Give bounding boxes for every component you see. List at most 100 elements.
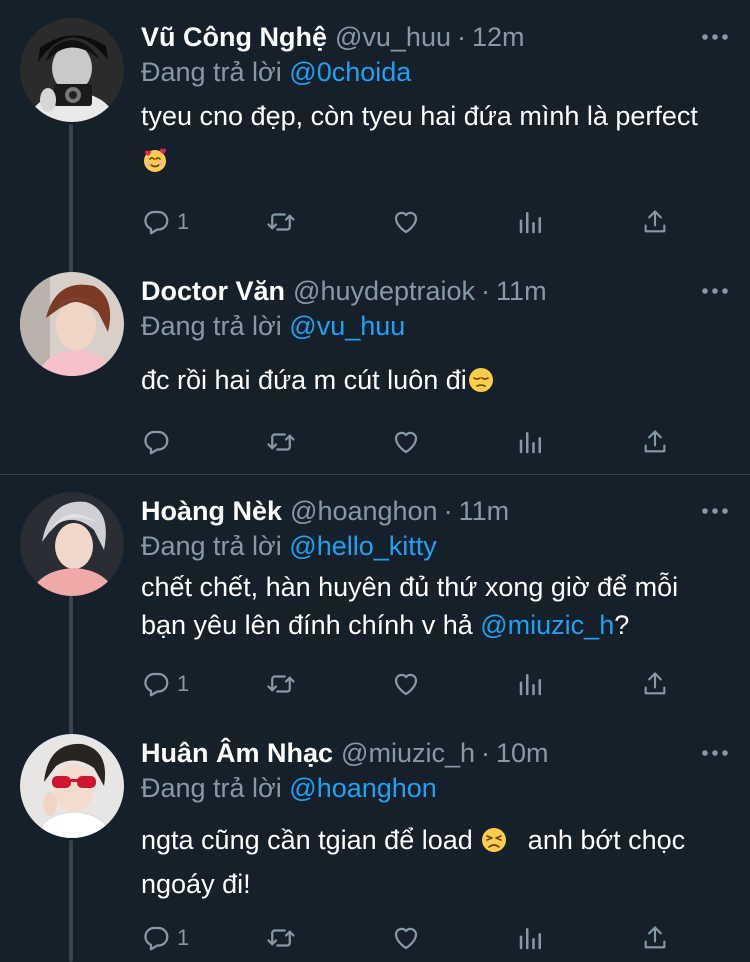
retweet-icon bbox=[266, 669, 296, 699]
reply-count: 1 bbox=[177, 209, 190, 234]
avatar[interactable] bbox=[20, 734, 124, 838]
analytics-icon bbox=[516, 207, 546, 237]
tweet[interactable]: Hoàng Nèk @hoanghon · 11m Đang trả lời @… bbox=[0, 492, 750, 712]
timestamp[interactable]: 10m bbox=[496, 738, 549, 769]
tweet-actions: 1 bbox=[141, 664, 669, 704]
mention-link[interactable]: @miuzic_h bbox=[480, 610, 614, 640]
share-button[interactable] bbox=[641, 923, 669, 953]
reply-prefix: Đang trả lời bbox=[141, 773, 282, 803]
analytics-button[interactable] bbox=[516, 923, 586, 953]
analytics-button[interactable] bbox=[516, 669, 586, 699]
reply-icon bbox=[141, 669, 171, 699]
handle[interactable]: @huydeptraiok bbox=[293, 276, 475, 307]
persevering-face-icon bbox=[482, 828, 507, 852]
reply-button[interactable]: 1 bbox=[141, 923, 211, 953]
replying-to: Đang trả lời @0choida bbox=[141, 54, 730, 90]
display-name[interactable]: Hoàng Nèk bbox=[141, 496, 282, 527]
tweet-actions: 1 bbox=[141, 202, 669, 242]
handle[interactable]: @vu_huu bbox=[335, 22, 451, 53]
like-icon bbox=[391, 669, 421, 699]
timestamp[interactable]: 12m bbox=[472, 22, 525, 53]
timestamp[interactable]: 11m bbox=[496, 276, 547, 307]
replying-to: Đang trả lời @hello_kitty bbox=[141, 528, 730, 564]
retweet-button[interactable] bbox=[266, 923, 336, 953]
share-icon bbox=[641, 923, 669, 953]
reply-mention-link[interactable]: @hoanghon bbox=[289, 773, 437, 803]
reply-prefix: Đang trả lời bbox=[141, 57, 282, 87]
separator-dot: · bbox=[443, 495, 453, 526]
analytics-icon bbox=[516, 427, 546, 457]
reply-button[interactable]: 1 bbox=[141, 669, 211, 699]
retweet-icon bbox=[266, 427, 296, 457]
tweet-actions bbox=[141, 422, 669, 462]
tweet-text: ngta cũng cần tgian để load anh bớt chọc… bbox=[141, 818, 730, 906]
tweet-text: tyeu cno đẹp, còn tyeu hai đứa mình là p… bbox=[141, 94, 730, 182]
reply-button[interactable] bbox=[141, 427, 211, 457]
like-button[interactable] bbox=[391, 207, 461, 237]
tweet-text-body: đc rồi hai đứa m cút luôn đi bbox=[141, 365, 467, 395]
handle[interactable]: @hoanghon bbox=[290, 496, 438, 527]
like-icon bbox=[391, 923, 421, 953]
avatar[interactable] bbox=[20, 492, 124, 596]
retweet-button[interactable] bbox=[266, 669, 336, 699]
retweet-icon bbox=[266, 207, 296, 237]
analytics-icon bbox=[516, 669, 546, 699]
share-icon bbox=[641, 669, 669, 699]
tweet-separator bbox=[0, 474, 750, 475]
reply-icon bbox=[141, 427, 171, 457]
share-button[interactable] bbox=[641, 427, 669, 457]
tweet-text-body: tyeu cno đẹp, còn tyeu hai đứa mình là p… bbox=[141, 101, 698, 131]
tweet-text-suffix: ? bbox=[614, 610, 630, 640]
reply-count: 1 bbox=[177, 925, 190, 950]
analytics-button[interactable] bbox=[516, 207, 586, 237]
share-icon bbox=[641, 207, 669, 237]
analytics-icon bbox=[516, 923, 546, 953]
share-button[interactable] bbox=[641, 669, 669, 699]
more-icon[interactable] bbox=[690, 492, 730, 530]
display-name[interactable]: Doctor Văn bbox=[141, 276, 285, 307]
tweet[interactable]: Doctor Văn @huydeptraiok · 11m Đang trả … bbox=[0, 272, 750, 472]
reply-count: 1 bbox=[177, 671, 190, 696]
display-name[interactable]: Vũ Công Nghệ bbox=[141, 22, 327, 53]
tweet[interactable]: Vũ Công Nghệ @vu_huu · 12m Đang trả lời … bbox=[0, 18, 750, 258]
like-button[interactable] bbox=[391, 427, 461, 457]
tweet[interactable]: Huân Âm Nhạc @miuzic_h · 10m Đang trả lờ… bbox=[0, 734, 750, 962]
tweet-text: đc rồi hai đứa m cút luôn đi bbox=[141, 358, 730, 402]
pensive-face-icon bbox=[468, 368, 493, 392]
more-icon[interactable] bbox=[690, 734, 730, 772]
like-button[interactable] bbox=[391, 669, 461, 699]
tweet-text: chết chết, hàn huyên đủ thứ xong giờ để … bbox=[141, 568, 730, 644]
avatar[interactable] bbox=[20, 18, 124, 122]
reply-icon bbox=[141, 207, 171, 237]
separator-dot: · bbox=[481, 275, 491, 306]
retweet-icon bbox=[266, 923, 296, 953]
reply-prefix: Đang trả lời bbox=[141, 531, 282, 561]
share-icon bbox=[641, 427, 669, 457]
handle[interactable]: @miuzic_h bbox=[341, 738, 475, 769]
replying-to: Đang trả lời @vu_huu bbox=[141, 308, 730, 344]
tweet-text-body: ngta cũng cần tgian để load bbox=[141, 825, 473, 855]
like-icon bbox=[391, 427, 421, 457]
retweet-button[interactable] bbox=[266, 427, 336, 457]
more-icon[interactable] bbox=[690, 272, 730, 310]
like-icon bbox=[391, 207, 421, 237]
display-name[interactable]: Huân Âm Nhạc bbox=[141, 738, 333, 769]
share-button[interactable] bbox=[641, 207, 669, 237]
timestamp[interactable]: 11m bbox=[459, 496, 510, 527]
reply-button[interactable]: 1 bbox=[141, 207, 211, 237]
reply-mention-link[interactable]: @hello_kitty bbox=[289, 531, 436, 561]
reply-icon bbox=[141, 923, 171, 953]
analytics-button[interactable] bbox=[516, 427, 586, 457]
reply-mention-link[interactable]: @0choida bbox=[289, 57, 411, 87]
separator-dot: · bbox=[481, 737, 490, 768]
tweet-actions: 1 bbox=[141, 918, 669, 958]
like-button[interactable] bbox=[391, 923, 461, 953]
separator-dot: · bbox=[456, 21, 466, 52]
avatar[interactable] bbox=[20, 272, 124, 376]
more-icon[interactable] bbox=[690, 18, 730, 56]
reply-mention-link[interactable]: @vu_huu bbox=[289, 311, 405, 341]
retweet-button[interactable] bbox=[266, 207, 336, 237]
reply-prefix: Đang trả lời bbox=[141, 311, 282, 341]
replying-to: Đang trả lời @hoanghon bbox=[141, 770, 730, 806]
smiling-face-with-hearts-icon bbox=[144, 148, 166, 172]
